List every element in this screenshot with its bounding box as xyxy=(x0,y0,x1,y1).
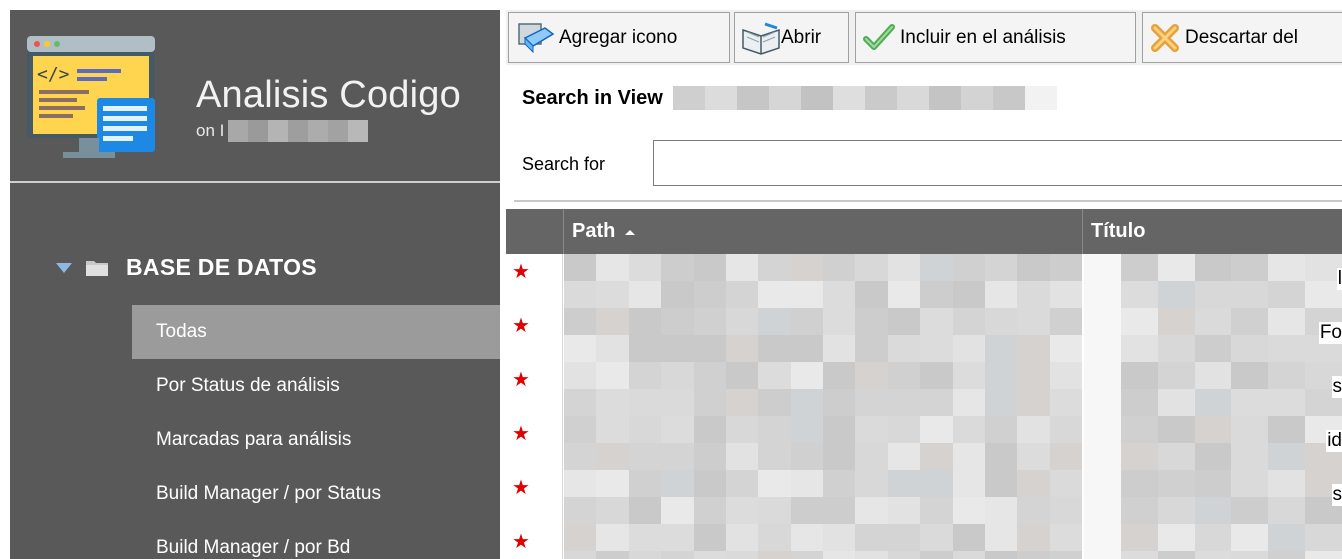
search-input[interactable] xyxy=(653,140,1342,186)
row-marker[interactable]: ★ xyxy=(506,524,563,559)
column-header-path[interactable]: Path xyxy=(564,209,1082,254)
table-row[interactable]: ★ Fo xyxy=(506,308,1342,362)
redacted-subtitle xyxy=(228,120,369,142)
column-header-titulo-label: Título xyxy=(1091,220,1146,242)
redacted-title-cell xyxy=(1084,362,1342,416)
results-grid: Path Título ★ l ★ Fo ★ s ★ id ★ s ★ xyxy=(506,209,1342,559)
flag-star-icon: ★ xyxy=(512,477,530,499)
sidebar-item-label: Marcadas para análisis xyxy=(156,429,352,450)
title-text-fragment: Fo xyxy=(1318,322,1342,344)
app-subtitle: on I xyxy=(196,120,369,142)
expand-triangle-icon[interactable] xyxy=(56,262,72,273)
agregar-icono-button[interactable]: Agregar icono xyxy=(508,12,730,63)
folder-icon xyxy=(86,261,108,276)
sidebar-top-strip xyxy=(0,0,500,10)
svg-text:</>: </> xyxy=(37,64,70,85)
redacted-path-cell xyxy=(564,470,1082,524)
add-icon-icon xyxy=(518,22,555,53)
column-header-titulo[interactable]: Título xyxy=(1083,209,1342,254)
sidebar: </> Analisis Codigo on I BASE DE DATOS T… xyxy=(0,0,500,559)
search-in-view: Search in View xyxy=(522,86,1057,110)
table-row[interactable]: ★ s xyxy=(506,362,1342,416)
flag-star-icon: ★ xyxy=(512,261,530,283)
code-monitor-logo-icon: </> xyxy=(27,36,155,158)
app-title: Analisis Codigo xyxy=(196,74,461,116)
title-text-fragment: s xyxy=(1331,484,1342,506)
tree-root-label: BASE DE DATOS xyxy=(126,254,317,280)
row-marker[interactable]: ★ xyxy=(506,416,563,470)
toolbar: Agregar icono Abrir Incluir en el anális… xyxy=(500,0,1342,70)
table-row[interactable]: ★ xyxy=(506,524,1342,559)
sidebar-item-label: Build Manager / por Bd xyxy=(156,537,351,558)
table-row[interactable]: ★ s xyxy=(506,470,1342,524)
incluir-analisis-button[interactable]: Incluir en el análisis xyxy=(855,12,1136,63)
app-header: </> Analisis Codigo on I xyxy=(0,10,500,181)
abrir-label: Abrir xyxy=(781,26,822,48)
redacted-title-cell xyxy=(1084,524,1342,559)
grid-header: Path Título xyxy=(506,209,1342,254)
grid-corner xyxy=(506,209,563,254)
sidebar-divider xyxy=(0,181,500,183)
sidebar-item-todas[interactable]: Todas xyxy=(132,305,500,359)
row-marker[interactable]: ★ xyxy=(506,362,563,416)
column-header-path-label: Path xyxy=(572,220,616,242)
open-book-icon xyxy=(742,22,780,55)
sidebar-item-marcadas[interactable]: Marcadas para análisis xyxy=(132,413,500,467)
search-for-label: Search for xyxy=(522,154,606,174)
sidebar-item-label: Todas xyxy=(156,321,207,342)
flag-star-icon: ★ xyxy=(512,531,530,553)
flag-star-icon: ★ xyxy=(512,423,530,445)
sidebar-edge xyxy=(0,0,10,559)
sort-ascending-icon xyxy=(625,229,636,235)
row-marker[interactable]: ★ xyxy=(506,470,563,524)
row-marker[interactable]: ★ xyxy=(506,254,563,308)
redacted-view-name xyxy=(672,86,1057,110)
redacted-title-cell xyxy=(1084,308,1342,362)
sidebar-item-por-status[interactable]: Por Status de análisis xyxy=(132,359,500,413)
title-text-fragment: id xyxy=(1326,430,1342,452)
checkmark-icon xyxy=(863,23,895,50)
sidebar-item-build-manager-status[interactable]: Build Manager / por Status xyxy=(132,467,500,521)
agregar-icono-label: Agregar icono xyxy=(559,26,678,48)
descartar-button[interactable]: Descartar del xyxy=(1142,12,1342,63)
table-row[interactable]: ★ l xyxy=(506,254,1342,308)
flag-star-icon: ★ xyxy=(512,315,530,337)
discard-x-icon xyxy=(1151,23,1179,52)
redacted-title-cell xyxy=(1084,416,1342,470)
search-separator xyxy=(514,200,1342,202)
search-in-view-label: Search in View xyxy=(522,86,663,109)
descartar-label: Descartar del xyxy=(1185,26,1298,48)
sidebar-item-build-manager-bd[interactable]: Build Manager / por Bd xyxy=(132,521,500,559)
redacted-path-cell xyxy=(564,254,1082,308)
tree-root-base-de-datos[interactable]: BASE DE DATOS xyxy=(56,254,317,281)
redacted-path-cell xyxy=(564,524,1082,559)
title-text-fragment: l xyxy=(1336,268,1342,290)
redacted-path-cell xyxy=(564,416,1082,470)
redacted-path-cell xyxy=(564,308,1082,362)
flag-star-icon: ★ xyxy=(512,369,530,391)
redacted-title-cell xyxy=(1084,254,1342,308)
abrir-button[interactable]: Abrir xyxy=(734,12,849,63)
main-panel: Agregar icono Abrir Incluir en el anális… xyxy=(500,0,1342,559)
title-text-fragment: s xyxy=(1331,376,1342,398)
sidebar-item-label: Build Manager / por Status xyxy=(156,483,381,504)
redacted-title-cell xyxy=(1084,470,1342,524)
incluir-analisis-label: Incluir en el análisis xyxy=(900,26,1066,48)
sidebar-item-label: Por Status de análisis xyxy=(156,375,340,396)
app-subtitle-prefix: on I xyxy=(196,121,225,140)
redacted-path-cell xyxy=(564,362,1082,416)
row-marker[interactable]: ★ xyxy=(506,308,563,362)
table-row[interactable]: ★ id xyxy=(506,416,1342,470)
